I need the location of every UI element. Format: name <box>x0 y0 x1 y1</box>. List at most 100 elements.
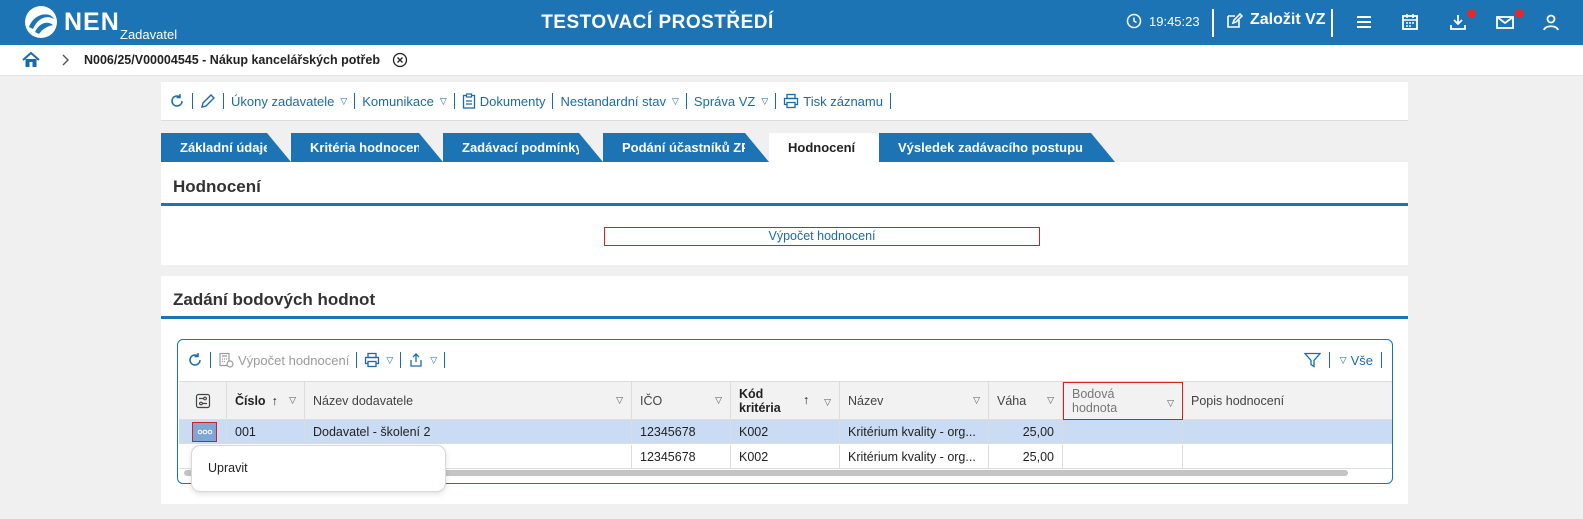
filter-all-dropdown[interactable]: ▽ Vše <box>1338 353 1373 368</box>
column-label-line: Bodová <box>1072 387 1115 401</box>
table-row[interactable]: 001 Dodavatel - školení 2 12345678 K002 … <box>179 420 1392 444</box>
refresh-icon[interactable] <box>187 352 203 368</box>
cell-vaha: 25,00 <box>989 420 1063 444</box>
row-context-menu: Upravit <box>191 445 446 492</box>
tab-vysledek-zadavaciho-postupu[interactable]: Výsledek zadávacího postupu <box>879 133 1115 162</box>
cell-popis[interactable] <box>1183 445 1392 469</box>
toolbar-divider <box>354 93 356 109</box>
column-header-vaha[interactable]: Váha ▽ <box>989 382 1063 420</box>
action-toolbar: Úkony zadavatele ▽ Komunikace ▽ Dokumenty … <box>161 82 1408 121</box>
sort-up-icon: ↑ <box>271 394 278 408</box>
breadcrumb: N006/25/V00004545 - Nákup kancelářských … <box>0 45 1583 76</box>
calendar-icon[interactable] <box>1400 12 1420 32</box>
context-menu-item-upravit[interactable]: Upravit <box>208 461 445 475</box>
tab-strip: Základní údaje Kritéria hodnocení Zadáva… <box>161 133 1121 162</box>
top-bar: NEN Zadavatel TESTOVACÍ PROSTŘEDÍ 19:45:… <box>0 0 1583 45</box>
cell-vaha: 25,00 <box>989 445 1063 469</box>
tisk-zaznamu-button[interactable]: Tisk záznamu <box>783 93 883 109</box>
column-label-nazev: Název <box>848 394 884 408</box>
tab-zadavaci-podminky[interactable]: Zadávací podmínky <box>443 133 603 162</box>
triangle-down-icon[interactable]: ▽ <box>289 395 296 406</box>
tab-zakladni-udaje[interactable]: Základní údaje <box>161 133 291 162</box>
row-menu-button[interactable] <box>192 422 217 442</box>
triangle-down-icon[interactable]: ▽ <box>1047 395 1054 406</box>
sprava-vz-menu[interactable]: Správa VZ ▽ <box>694 94 768 109</box>
toolbar-divider <box>552 93 554 109</box>
toolbar-divider <box>685 93 687 109</box>
home-icon[interactable] <box>22 51 40 69</box>
evaluation-panel-title: Hodnocení <box>173 177 261 196</box>
komunikace-label: Komunikace <box>362 93 434 109</box>
toolbar-divider <box>400 352 402 368</box>
column-header-nazev[interactable]: Název ▽ <box>840 382 989 420</box>
toolbar-divider <box>356 352 358 368</box>
clock-time: 19:45:23 <box>1149 13 1200 29</box>
download-icon[interactable] <box>1448 12 1468 32</box>
ukony-label: Úkony zadavatele <box>231 93 335 109</box>
panel-divider <box>161 316 1408 319</box>
column-header-ico[interactable]: IČO ▽ <box>632 382 731 420</box>
tab-kriteria-hodnoceni[interactable]: Kritéria hodnocení <box>291 133 443 162</box>
close-icon[interactable] <box>392 52 408 68</box>
edit-icon <box>1227 12 1243 28</box>
more-dots-icon <box>197 429 212 435</box>
triangle-down-icon: ▽ <box>1339 354 1347 365</box>
toolbar-divider <box>889 93 891 109</box>
triangle-down-icon: ▽ <box>340 95 348 106</box>
column-label-cislo: Číslo <box>235 394 266 408</box>
toolbar-divider <box>444 352 446 368</box>
cell-ico: 12345678 <box>632 445 731 469</box>
grid-print-menu[interactable]: ▽ <box>364 352 393 368</box>
column-header-bodova-hodnota[interactable]: Bodová hodnota ▽ <box>1063 382 1183 420</box>
column-label-vaha: Váha <box>997 394 1027 408</box>
menu-icon[interactable] <box>1354 12 1374 32</box>
header-divider <box>1331 9 1333 37</box>
toolbar-divider <box>210 352 211 368</box>
mail-badge <box>1515 9 1524 18</box>
column-header-popis-hodnoceni[interactable]: Popis hodnocení <box>1183 382 1392 420</box>
triangle-down-icon[interactable]: ▽ <box>715 395 722 406</box>
triangle-down-icon[interactable]: ▽ <box>973 395 980 406</box>
cell-popis[interactable] <box>1183 420 1392 444</box>
grid-calculate-label: Výpočet hodnocení <box>238 352 350 368</box>
printer-icon <box>784 93 799 109</box>
column-label-bodova-hodnota: Bodová hodnota <box>1072 387 1117 415</box>
column-header-nazev-dodavatele[interactable]: Název dodavatele ▽ <box>305 382 632 420</box>
triangle-down-icon[interactable]: ▽ <box>1167 396 1174 410</box>
triangle-down-icon[interactable]: ▽ <box>824 395 831 409</box>
filter-icon[interactable] <box>1303 352 1321 368</box>
create-vz-button[interactable]: Založit VZ <box>1226 11 1326 29</box>
toolbar-divider <box>775 93 777 109</box>
cell-bodova-hodnota[interactable] <box>1063 445 1183 469</box>
row-menu-cell <box>179 420 227 444</box>
grid-toolbar: Výpočet hodnocení ▽ ▽ ▽ Vše <box>178 340 1392 380</box>
dokumenty-button[interactable]: Dokumenty <box>462 93 545 109</box>
toolbar-divider <box>1381 352 1382 368</box>
ukony-zadavatele-menu[interactable]: Úkony zadavatele ▽ <box>231 94 347 109</box>
triangle-down-icon: ▽ <box>386 354 394 365</box>
komunikace-menu[interactable]: Komunikace ▽ <box>362 94 446 109</box>
pencil-icon[interactable] <box>200 93 216 109</box>
column-settings-cell[interactable] <box>179 382 227 420</box>
refresh-icon[interactable] <box>169 93 185 109</box>
column-label-popis-hodnoceni: Popis hodnocení <box>1191 394 1285 408</box>
panel-divider <box>161 203 1408 206</box>
grid-calculate-button[interactable]: Výpočet hodnocení <box>218 352 349 368</box>
column-header-kod-kriteria[interactable]: Kód kritéria ↑ ▽ <box>731 382 840 420</box>
nestandardni-stav-menu[interactable]: Nestandardní stav ▽ <box>560 94 678 109</box>
breadcrumb-current[interactable]: N006/25/V00004545 - Nákup kancelářských … <box>84 53 380 67</box>
cell-nazev: Kritérium kvality - org... <box>840 445 989 469</box>
calculator-icon <box>219 352 234 368</box>
cell-bodova-hodnota[interactable] <box>1063 420 1183 444</box>
tab-podani-ucastniku[interactable]: Podání účastníků ZP <box>603 133 769 162</box>
column-label-line: kritéria <box>739 401 781 415</box>
calculate-evaluation-button[interactable]: Výpočet hodnocení <box>604 227 1040 246</box>
grid-filter-area: ▽ Vše <box>1303 352 1382 368</box>
grid-export-menu[interactable]: ▽ <box>408 352 437 368</box>
user-icon[interactable] <box>1541 12 1561 32</box>
triangle-down-icon[interactable]: ▽ <box>616 395 623 406</box>
tab-hodnoceni[interactable]: Hodnocení <box>769 133 899 162</box>
column-header-cislo[interactable]: Číslo ↑ ▽ <box>227 382 305 420</box>
mail-icon[interactable] <box>1495 12 1515 32</box>
triangle-down-icon: ▽ <box>430 354 438 365</box>
